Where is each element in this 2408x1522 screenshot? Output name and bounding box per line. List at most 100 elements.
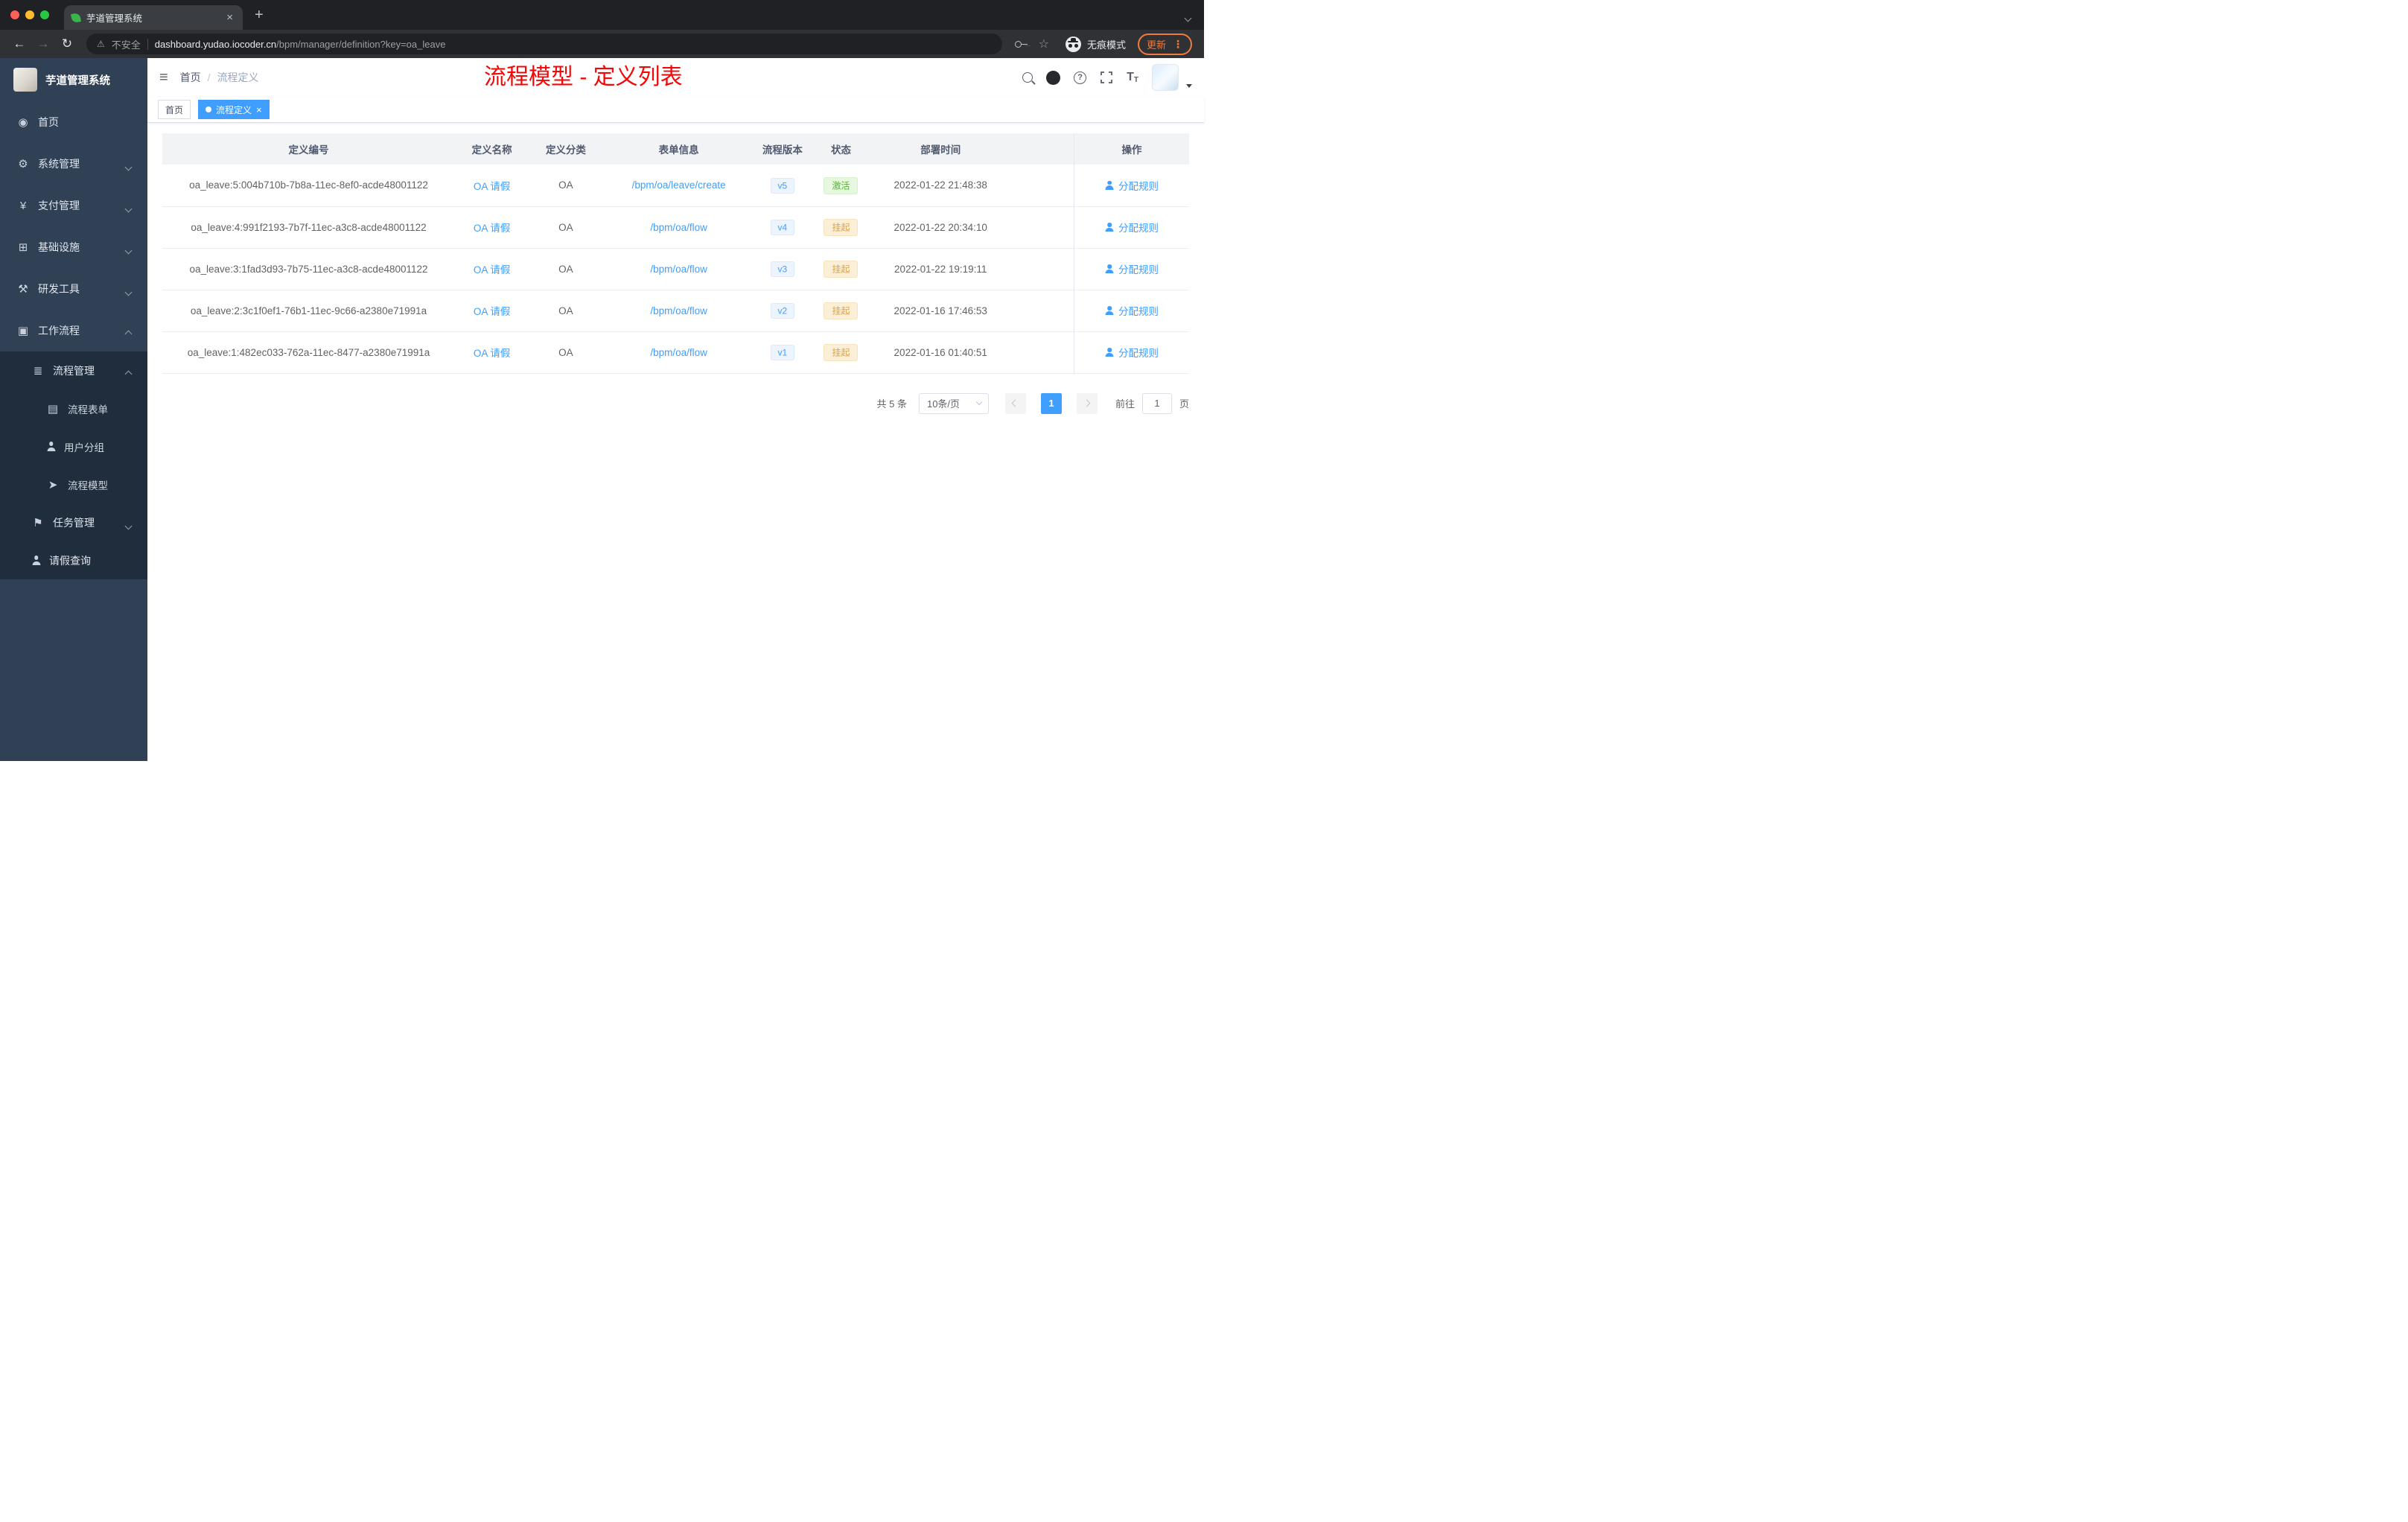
cell-actions: 分配规则 bbox=[1074, 290, 1189, 332]
assign-rule-link[interactable]: 分配规则 bbox=[1105, 220, 1159, 235]
top-navbar: ≡ 首页 / 流程定义 流程模型 - 定义列表 ? TT bbox=[147, 58, 1204, 97]
cell-filler bbox=[1009, 290, 1074, 332]
bookmark-star-icon[interactable]: ☆ bbox=[1039, 36, 1049, 51]
page-size-select[interactable]: 10条/页 bbox=[918, 392, 989, 414]
font-size-icon[interactable]: TT bbox=[1127, 71, 1138, 84]
form-link[interactable]: /bpm/oa/flow bbox=[650, 305, 707, 316]
prev-page-button[interactable] bbox=[1004, 392, 1026, 414]
user-avatar[interactable] bbox=[1152, 64, 1179, 91]
form-link[interactable]: /bpm/oa/flow bbox=[650, 347, 707, 358]
avatar-caret-icon[interactable] bbox=[1186, 83, 1192, 88]
cell-definition-id: oa_leave:1:482ec033-762a-11ec-8477-a2380… bbox=[162, 331, 456, 374]
back-button[interactable]: ← bbox=[9, 36, 30, 51]
sidebar-item-user-group[interactable]: 用户分组 bbox=[0, 427, 147, 465]
form-link[interactable]: /bpm/oa/flow bbox=[650, 222, 707, 233]
browser-tab[interactable]: 芋道管理系统 × bbox=[64, 5, 243, 30]
browser-tab-strip: 芋道管理系统 × + bbox=[0, 0, 1204, 30]
sidebar-item-workflow[interactable]: ▣ 工作流程 bbox=[0, 310, 147, 351]
cell-status: 挂起 bbox=[810, 331, 872, 374]
sidebar-item-label: 流程模型 bbox=[68, 480, 108, 491]
cell-deploy-time: 2022-01-22 20:34:10 bbox=[871, 206, 1010, 249]
sidebar-logo[interactable]: 芋道管理系统 bbox=[0, 58, 147, 101]
list-icon: ≣ bbox=[33, 364, 43, 378]
sidebar-item-payment-management[interactable]: ¥ 支付管理 bbox=[0, 185, 147, 226]
help-icon[interactable]: ? bbox=[1074, 71, 1087, 84]
sidebar-item-system-management[interactable]: ⚙ 系统管理 bbox=[0, 143, 147, 185]
assign-rule-label: 分配规则 bbox=[1118, 348, 1159, 359]
fullscreen-icon[interactable] bbox=[1100, 71, 1113, 84]
minimize-window-button[interactable] bbox=[25, 10, 34, 19]
form-link[interactable]: /bpm/oa/leave/create bbox=[632, 179, 726, 191]
tab-search-chevron-icon[interactable] bbox=[1184, 11, 1192, 25]
tag-active[interactable]: 流程定义 × bbox=[198, 100, 270, 119]
tag-item[interactable]: 首页 bbox=[158, 100, 191, 119]
definition-name-link[interactable]: OA 请假 bbox=[474, 348, 511, 359]
address-bar[interactable]: ⚠ 不安全 dashboard.yudao.iocoder.cn/bpm/man… bbox=[86, 34, 1002, 54]
tag-label: 流程定义 bbox=[216, 104, 252, 115]
next-page-button[interactable] bbox=[1076, 392, 1098, 414]
sidebar: 芋道管理系统 ◉ 首页 ⚙ 系统管理 ¥ 支付管理 ⊞ 基础设施 ⚒ 研发工具 ▣ 工作流程 ≣ 流程管… bbox=[0, 58, 147, 761]
chevron-down-icon bbox=[975, 398, 983, 406]
close-window-button[interactable] bbox=[10, 10, 19, 19]
window-controls bbox=[10, 10, 49, 19]
page-1-button[interactable]: 1 bbox=[1040, 392, 1062, 414]
sidebar-item-home[interactable]: ◉ 首页 bbox=[0, 101, 147, 143]
not-secure-label: 不安全 bbox=[111, 39, 141, 51]
sidebar-item-label: 流程管理 bbox=[53, 364, 95, 377]
incognito-badge: 无痕模式 bbox=[1065, 36, 1126, 52]
goto-label: 前往 bbox=[1115, 398, 1135, 410]
sidebar-item-leave-query[interactable]: 请假查询 bbox=[0, 541, 147, 579]
definition-name-link[interactable]: OA 请假 bbox=[474, 223, 511, 234]
assign-rule-link[interactable]: 分配规则 bbox=[1105, 178, 1159, 193]
app-root: 芋道管理系统 ◉ 首页 ⚙ 系统管理 ¥ 支付管理 ⊞ 基础设施 ⚒ 研发工具 ▣ 工作流程 ≣ 流程管… bbox=[0, 58, 1204, 761]
search-icon[interactable] bbox=[1022, 72, 1033, 83]
cell-version: v2 bbox=[754, 290, 811, 332]
assign-rule-link[interactable]: 分配规则 bbox=[1105, 261, 1159, 276]
tag-close-icon[interactable]: × bbox=[256, 105, 262, 115]
status-badge: 挂起 bbox=[824, 219, 859, 236]
browser-menu-icon[interactable]: ⋮ bbox=[1173, 38, 1183, 51]
warning-icon: ⚠ bbox=[97, 39, 105, 49]
tab-close-icon[interactable]: × bbox=[224, 11, 235, 24]
sidebar-item-label: 研发工具 bbox=[38, 283, 80, 295]
goto-page-input[interactable] bbox=[1141, 392, 1172, 414]
maximize-window-button[interactable] bbox=[40, 10, 49, 19]
breadcrumb-current: 流程定义 bbox=[217, 71, 259, 83]
url-host: dashboard.yudao.iocoder.cn bbox=[154, 38, 277, 50]
page-unit-label: 页 bbox=[1179, 398, 1189, 410]
breadcrumb-home[interactable]: 首页 bbox=[180, 70, 201, 85]
sidebar-item-process-model[interactable]: ➤ 流程模型 bbox=[0, 465, 147, 503]
assign-rule-label: 分配规则 bbox=[1118, 264, 1159, 276]
sidebar-item-task-management[interactable]: ⚑ 任务管理 bbox=[0, 503, 147, 541]
assign-rule-link[interactable]: 分配规则 bbox=[1105, 303, 1159, 318]
definition-name-link[interactable]: OA 请假 bbox=[474, 264, 511, 276]
cell-status: 挂起 bbox=[810, 290, 872, 332]
document-icon: ▤ bbox=[47, 402, 59, 415]
update-button[interactable]: 更新 ⋮ bbox=[1137, 33, 1192, 55]
status-badge: 挂起 bbox=[824, 344, 859, 361]
github-icon[interactable] bbox=[1046, 70, 1061, 85]
assign-rule-label: 分配规则 bbox=[1118, 223, 1159, 234]
user-icon bbox=[1105, 181, 1114, 190]
sidebar-item-dev-tools[interactable]: ⚒ 研发工具 bbox=[0, 268, 147, 310]
breadcrumb-separator: / bbox=[207, 71, 211, 83]
table-header-row: 定义编号 定义名称 定义分类 表单信息 流程版本 状态 部署时间 操作 bbox=[162, 133, 1189, 165]
sidebar-item-process-management[interactable]: ≣ 流程管理 bbox=[0, 351, 147, 389]
definition-name-link[interactable]: OA 请假 bbox=[474, 306, 511, 317]
form-link[interactable]: /bpm/oa/flow bbox=[650, 264, 707, 275]
sidebar-item-infrastructure[interactable]: ⊞ 基础设施 bbox=[0, 226, 147, 268]
breadcrumb: 首页 / 流程定义 bbox=[180, 70, 259, 85]
version-badge: v5 bbox=[770, 177, 795, 194]
chevron-up-icon bbox=[124, 327, 133, 339]
column-header: 状态 bbox=[810, 133, 872, 165]
new-tab-button[interactable]: + bbox=[255, 7, 264, 22]
password-key-icon[interactable] bbox=[1014, 38, 1028, 50]
table-row: oa_leave:2:3c1f0ef1-76b1-11ec-9c66-a2380… bbox=[162, 290, 1189, 332]
hamburger-icon[interactable]: ≡ bbox=[159, 69, 168, 86]
definition-name-link[interactable]: OA 请假 bbox=[474, 181, 511, 192]
cell-definition-id: oa_leave:4:991f2193-7b7f-11ec-a3c8-acde4… bbox=[162, 206, 456, 249]
forward-button[interactable]: → bbox=[33, 36, 54, 51]
sidebar-item-process-form[interactable]: ▤ 流程表单 bbox=[0, 389, 147, 427]
reload-button[interactable]: ↻ bbox=[57, 36, 77, 51]
assign-rule-link[interactable]: 分配规则 bbox=[1105, 345, 1159, 360]
